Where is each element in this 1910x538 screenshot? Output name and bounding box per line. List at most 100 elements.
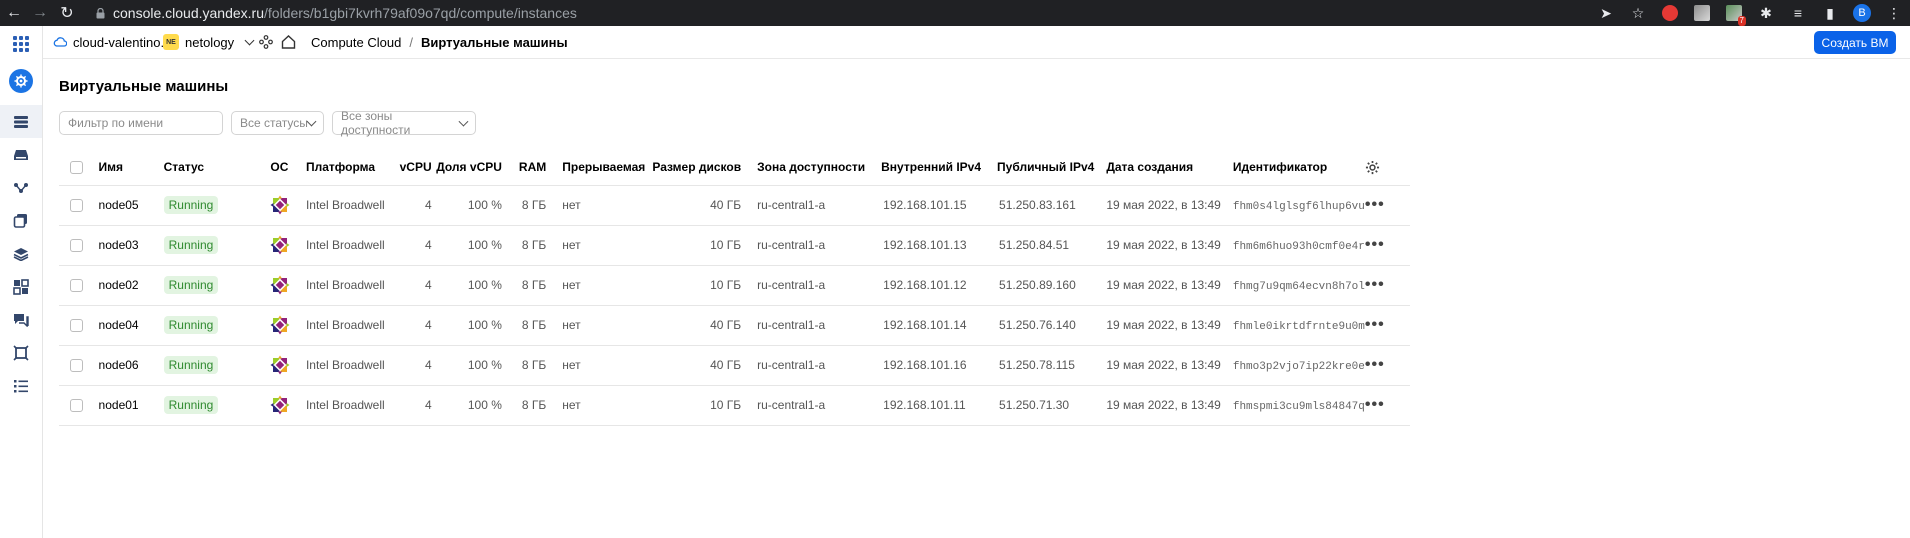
puzzle-icon[interactable]: ✱ xyxy=(1750,0,1782,26)
internal-ip-cell: 192.168.101.15 xyxy=(865,185,982,226)
os-cell xyxy=(270,385,306,426)
reading-list-icon[interactable]: ≡ xyxy=(1782,0,1814,26)
row-checkbox[interactable] xyxy=(70,278,83,292)
public-ip-cell: 51.250.83.161 xyxy=(981,185,1095,226)
centos-logo-icon xyxy=(270,315,290,335)
zone-filter-label: Все зоны доступности xyxy=(341,109,411,137)
row-checkbox[interactable] xyxy=(70,198,83,212)
table-row[interactable]: node05 Running Intel Broadwell 4 100 % 8… xyxy=(59,185,1410,226)
compute-cloud-logo-icon[interactable] xyxy=(9,69,33,93)
nodes-icon[interactable] xyxy=(259,35,273,49)
row-checkbox[interactable] xyxy=(70,318,83,332)
reload-icon[interactable]: ↻ xyxy=(54,0,80,26)
gear-icon[interactable] xyxy=(1365,160,1410,175)
table-row[interactable]: node02 Running Intel Broadwell 4 100 % 8… xyxy=(59,265,1410,306)
platform-cell: Intel Broadwell xyxy=(305,185,400,226)
column-header[interactable]: Платформа xyxy=(305,150,400,186)
services-grid-icon[interactable] xyxy=(13,36,29,52)
row-actions[interactable]: ••• xyxy=(1364,185,1410,226)
zone-filter-select[interactable]: Все зоны доступности xyxy=(332,109,476,137)
profile-avatar[interactable]: B xyxy=(1846,0,1878,26)
more-horizontal-icon[interactable]: ••• xyxy=(1365,396,1385,413)
table-row[interactable]: node04 Running Intel Broadwell 4 100 % 8… xyxy=(59,305,1410,346)
more-horizontal-icon[interactable]: ••• xyxy=(1365,236,1385,253)
column-header[interactable]: vCPU xyxy=(399,150,432,186)
centos-logo-icon xyxy=(270,355,290,375)
breadcrumb-service[interactable]: Compute Cloud xyxy=(311,35,401,50)
select-all-checkbox[interactable] xyxy=(70,160,83,174)
star-icon[interactable]: ☆ xyxy=(1622,0,1654,26)
forward-arrow-icon[interactable]: → xyxy=(27,0,53,26)
vm-name[interactable]: node06 xyxy=(98,345,164,386)
column-header[interactable]: Размер дисков xyxy=(645,150,742,186)
vcpu-share-cell: 100 % xyxy=(431,265,502,306)
table-row[interactable]: node01 Running Intel Broadwell 4 100 % 8… xyxy=(59,385,1410,426)
column-header[interactable]: Статус xyxy=(163,150,271,186)
address-bar[interactable]: console.cloud.yandex.ru/folders/b1gbi7kv… xyxy=(113,0,577,26)
serial-console-icon[interactable] xyxy=(0,303,42,336)
folder-selector[interactable]: NE netology xyxy=(163,34,255,50)
vm-name[interactable]: node04 xyxy=(98,305,164,346)
column-header[interactable]: Зона доступности xyxy=(741,150,866,186)
column-header[interactable]: Идентификатор xyxy=(1220,150,1365,186)
row-actions[interactable]: ••• xyxy=(1364,225,1410,266)
more-horizontal-icon[interactable]: ••• xyxy=(1365,276,1385,293)
row-actions[interactable]: ••• xyxy=(1364,345,1410,386)
ram-cell: 8 ГБ xyxy=(501,225,547,266)
name-filter-input[interactable]: Фильтр по имени xyxy=(59,111,223,135)
extension-image-icon[interactable] xyxy=(1686,0,1718,26)
row-actions[interactable]: ••• xyxy=(1364,305,1410,346)
home-icon[interactable] xyxy=(281,35,296,49)
placement-groups-icon[interactable] xyxy=(0,171,42,204)
images-icon[interactable] xyxy=(0,237,42,270)
browser-toolbar: ← → ↻ console.cloud.yandex.ru/folders/b1… xyxy=(0,0,1910,26)
side-panel-icon[interactable]: ▮ xyxy=(1814,0,1846,26)
preemptible-cell: нет xyxy=(546,385,646,426)
disks-icon[interactable] xyxy=(0,138,42,171)
status-filter-select[interactable]: Все статусы xyxy=(231,111,324,135)
row-checkbox[interactable] xyxy=(70,398,83,412)
cloud-selector[interactable]: cloud-valentino... xyxy=(53,35,171,50)
id-cell: fhm6m6huo93h0cmf0e4r xyxy=(1220,225,1365,266)
table-row[interactable]: node06 Running Intel Broadwell 4 100 % 8… xyxy=(59,345,1410,386)
table-row[interactable]: node03 Running Intel Broadwell 4 100 % 8… xyxy=(59,225,1410,266)
row-actions[interactable]: ••• xyxy=(1364,385,1410,426)
extension-badge-icon[interactable]: 7 xyxy=(1718,0,1750,26)
column-header[interactable]: Прерываемая xyxy=(546,150,646,186)
vm-instances-icon[interactable] xyxy=(0,105,42,138)
operations-list-icon[interactable] xyxy=(0,369,42,402)
vcpu-cell: 4 xyxy=(399,345,432,386)
dedicated-hosts-icon[interactable] xyxy=(0,336,42,369)
vm-name[interactable]: node01 xyxy=(98,385,164,426)
more-horizontal-icon[interactable]: ••• xyxy=(1365,196,1385,213)
vm-id: fhmspmi3cu9mls84847q xyxy=(1232,400,1365,413)
row-checkbox[interactable] xyxy=(70,358,83,372)
platform-cell: Intel Broadwell xyxy=(305,265,400,306)
column-header[interactable]: Дата создания xyxy=(1094,150,1221,186)
send-icon[interactable]: ➤ xyxy=(1590,0,1622,26)
public-ip-cell: 51.250.71.30 xyxy=(981,385,1095,426)
column-header[interactable]: Внутренний IPv4 xyxy=(865,150,982,186)
vcpu-share-cell: 100 % xyxy=(431,385,502,426)
create-vm-button[interactable]: Создать ВМ xyxy=(1814,31,1896,54)
instance-groups-icon[interactable] xyxy=(0,270,42,303)
column-header[interactable]: Публичный IPv4 xyxy=(981,150,1095,186)
kebab-menu-icon[interactable]: ⋮ xyxy=(1878,0,1910,26)
table-settings[interactable] xyxy=(1364,150,1410,186)
column-header[interactable]: Имя xyxy=(98,150,164,186)
internal-ip-cell: 192.168.101.14 xyxy=(865,305,982,346)
row-checkbox[interactable] xyxy=(70,238,83,252)
vm-name[interactable]: node03 xyxy=(98,225,164,266)
row-actions[interactable]: ••• xyxy=(1364,265,1410,306)
more-horizontal-icon[interactable]: ••• xyxy=(1365,316,1385,333)
vm-name[interactable]: node02 xyxy=(98,265,164,306)
column-header[interactable]: Доля vCPU xyxy=(431,150,502,186)
snapshots-icon[interactable] xyxy=(0,204,42,237)
vm-name[interactable]: node05 xyxy=(98,185,164,226)
more-horizontal-icon[interactable]: ••• xyxy=(1365,356,1385,373)
extension-red-icon[interactable] xyxy=(1654,0,1686,26)
column-header[interactable]: RAM xyxy=(501,150,547,186)
column-header[interactable]: ОС xyxy=(270,150,306,186)
back-arrow-icon[interactable]: ← xyxy=(1,0,27,26)
breadcrumb-separator: / xyxy=(409,34,413,50)
